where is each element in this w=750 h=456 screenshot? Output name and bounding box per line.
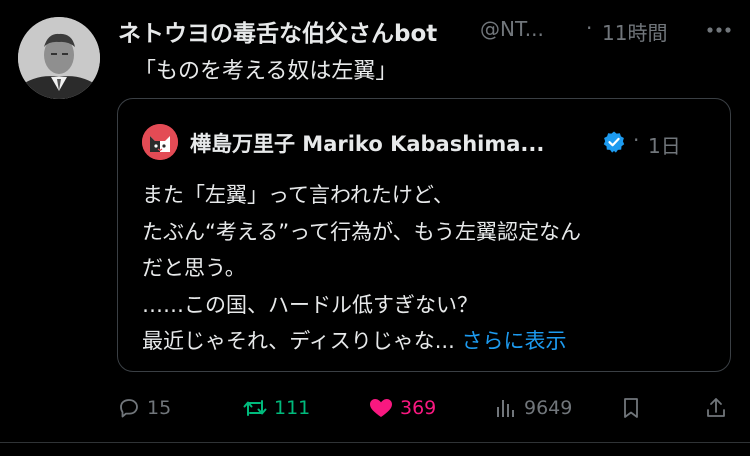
post-text: 「ものを考える奴は左翼」 (134, 59, 398, 84)
like-button[interactable]: 369 (368, 388, 436, 428)
more-icon[interactable] (703, 20, 735, 40)
repost-icon (242, 396, 268, 420)
show-more-link[interactable]: さらに表示 (461, 329, 566, 353)
views-icon (494, 396, 518, 420)
quote-author-name[interactable]: 樺島万里子 Mariko Kabashima... (190, 128, 544, 158)
quote-line: ……この国、ハードル低すぎない？ (142, 292, 478, 317)
like-count: 369 (400, 397, 437, 419)
views-button[interactable]: 9649 (494, 388, 572, 428)
verified-icon (602, 130, 626, 154)
like-icon (368, 396, 394, 420)
author-avatar[interactable] (18, 17, 100, 99)
quote-line: たぶん“考える”って行為が、もう左翼認定なん (142, 219, 582, 244)
repost-count: 111 (274, 397, 311, 419)
share-button[interactable] (704, 388, 728, 428)
author-handle[interactable]: @NT... (480, 17, 544, 41)
quote-author-avatar[interactable] (142, 124, 178, 160)
repost-button[interactable]: 111 (242, 388, 310, 428)
bookmark-button[interactable] (619, 388, 643, 428)
quote-meta-separator: · (633, 128, 640, 152)
post-header: ネトウヨの毒舌な伯父さんbot @NT... · 11時間 (118, 14, 738, 48)
quoted-post[interactable]: 樺島万里子 Mariko Kabashima... · 1日 また「左翼」って言… (117, 98, 731, 372)
bookmark-icon (619, 396, 643, 420)
meta-separator: · (586, 16, 593, 40)
share-icon (704, 396, 728, 420)
quote-line: だと思う。 (142, 256, 246, 281)
reply-button[interactable]: 15 (117, 388, 171, 428)
quote-text: また「左翼」って言われたけど、 たぶん“考える”って行為が、もう左翼認定なん だ… (142, 177, 712, 360)
reply-icon (117, 396, 141, 420)
views-count: 9649 (524, 397, 573, 419)
author-name[interactable]: ネトウヨの毒舌な伯父さんbot (118, 14, 437, 48)
post-timestamp[interactable]: 11時間 (602, 17, 667, 46)
quote-line: また「左翼」って言われたけど、 (142, 183, 454, 207)
quote-timestamp[interactable]: 1日 (648, 130, 681, 159)
quote-line-text: 最近じゃそれ、ディスりじゃな... (142, 329, 455, 354)
reply-count: 15 (147, 397, 172, 419)
action-bar: 15 111 369 9649 (0, 388, 750, 428)
post-divider (0, 442, 750, 443)
quote-line-last: 最近じゃそれ、ディスりじゃな... さらに表示 (142, 323, 712, 360)
